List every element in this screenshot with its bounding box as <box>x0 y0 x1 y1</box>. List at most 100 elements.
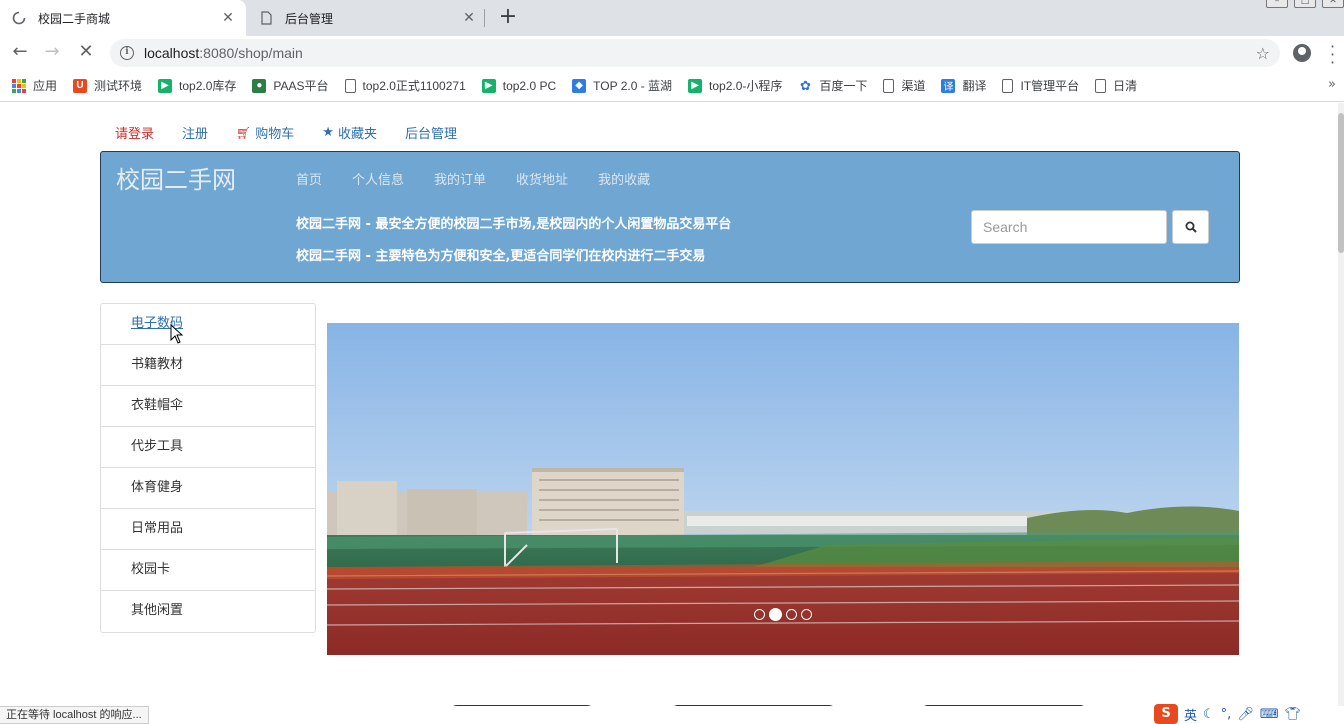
star-icon: ★ <box>322 125 334 140</box>
carousel-dot-active[interactable] <box>769 608 782 621</box>
page-icon <box>344 78 356 93</box>
search-button[interactable] <box>1172 210 1209 244</box>
site-info-icon[interactable]: i <box>120 46 134 60</box>
carousel-dot[interactable] <box>801 609 812 620</box>
category-item[interactable]: 体育健身 <box>101 468 315 509</box>
browser-toolbar: ← → ✕ i localhost:8080/shop/main ☆ · · · <box>0 36 1344 71</box>
cart-icon: 🛒︎ <box>236 125 252 140</box>
bookmark-label: 渠道 <box>901 79 926 93</box>
nav-home[interactable]: 首页 <box>296 169 322 188</box>
play-icon: ▶ <box>481 78 496 93</box>
bookmark-star-icon[interactable]: ☆ <box>1256 44 1270 63</box>
close-tab-icon[interactable]: ✕ <box>461 10 477 26</box>
bookmark-label: top2.0正式1100271 <box>362 79 466 93</box>
bookmarks-overflow-icon[interactable]: » <box>1328 77 1336 92</box>
stop-loading-icon[interactable]: ✕ <box>74 41 98 65</box>
main-nav: 首页 个人信息 我的订单 收货地址 我的收藏 <box>296 169 680 188</box>
category-item[interactable]: 校园卡 <box>101 550 315 591</box>
page-icon <box>1002 78 1014 93</box>
browser-tab-active[interactable]: 校园二手商城 ✕ <box>0 0 246 36</box>
bookmark-paas[interactable]: ● PAAS平台 <box>252 77 329 94</box>
bookmark-lanhu[interactable]: ◆ TOP 2.0 - 蓝湖 <box>572 77 672 94</box>
favorites-link[interactable]: ★ 收藏夹 <box>322 123 377 142</box>
bookmark-test-env[interactable]: U 测试环境 <box>73 77 142 94</box>
keyboard-icon[interactable]: ⌨ <box>1260 707 1279 722</box>
bookmark-miniprogram[interactable]: ▶ top2.0-小程序 <box>688 77 782 94</box>
browser-tab-inactive[interactable]: 后台管理 ✕ <box>247 0 487 36</box>
minimize-button[interactable]: – <box>1266 0 1288 8</box>
bookmark-top-prod[interactable]: top2.0正式1100271 <box>344 77 466 94</box>
product-image[interactable] <box>449 705 595 706</box>
play-icon: ▶ <box>688 78 703 93</box>
category-item[interactable]: 代步工具 <box>101 427 315 468</box>
forward-arrow-icon[interactable]: → <box>40 41 64 65</box>
bookmark-it-admin[interactable]: IT管理平台 <box>1002 77 1079 94</box>
image-carousel[interactable] <box>327 323 1239 655</box>
bookmark-label: top2.0 PC <box>502 78 557 93</box>
login-link[interactable]: 请登录 <box>115 123 154 142</box>
register-link[interactable]: 注册 <box>182 123 208 142</box>
microphone-icon[interactable]: 🎤︎ <box>1237 707 1254 722</box>
carousel-indicators <box>327 608 1239 621</box>
address-bar[interactable]: i localhost:8080/shop/main ☆ <box>110 39 1280 67</box>
category-item[interactable]: 电子数码 <box>101 304 315 345</box>
product-image[interactable] <box>920 705 1088 706</box>
maximize-button[interactable]: □ <box>1294 0 1316 8</box>
category-item[interactable]: 其他闲置 <box>101 591 315 632</box>
nav-profile[interactable]: 个人信息 <box>352 169 404 188</box>
site-brand[interactable]: 校园二手网 <box>116 160 236 195</box>
bookmark-top-stock[interactable]: ▶ top2.0库存 <box>158 77 236 94</box>
close-window-button[interactable]: ✕ <box>1322 0 1344 8</box>
shirt-icon[interactable]: 👕︎ <box>1285 707 1302 722</box>
play-icon: ▶ <box>158 78 173 93</box>
bookmark-riqing[interactable]: 日清 <box>1095 77 1137 94</box>
new-tab-button[interactable]: + <box>496 6 520 30</box>
category-item[interactable]: 日常用品 <box>101 509 315 550</box>
bookmark-label: 应用 <box>33 79 58 93</box>
category-list: 电子数码 书籍教材 衣鞋帽伞 代步工具 体育健身 日常用品 校园卡 其他闲置 <box>100 303 316 633</box>
browser-menu-icon[interactable]: · · · <box>1330 39 1335 71</box>
nav-addresses[interactable]: 收货地址 <box>516 169 568 188</box>
carousel-dot[interactable] <box>786 609 797 620</box>
bookmark-label: top2.0-小程序 <box>709 79 783 93</box>
ime-toolbar[interactable]: S 英 ☾ °, 🎤︎ ⌨ 👕︎ <box>1152 704 1302 724</box>
bookmark-label: top2.0库存 <box>179 79 237 93</box>
slogan-line-1: 校园二手网 - 最安全方便的校园二手市场,是校园内的个人闲置物品交易平台 <box>296 217 732 232</box>
sogou-logo-icon: S <box>1154 704 1178 724</box>
bookmark-apps[interactable]: 应用 <box>12 77 57 94</box>
u-logo-icon: U <box>73 78 88 93</box>
category-item[interactable]: 书籍教材 <box>101 345 315 386</box>
punctuation-icon[interactable]: °, <box>1221 707 1232 722</box>
back-arrow-icon[interactable]: ← <box>8 41 32 65</box>
page-scrollbar[interactable] <box>1338 103 1344 706</box>
admin-link[interactable]: 后台管理 <box>405 123 457 142</box>
cart-label: 购物车 <box>255 127 295 142</box>
close-tab-icon[interactable]: ✕ <box>220 10 236 26</box>
page-viewport: 请登录 注册 🛒︎ 购物车 ★ 收藏夹 后台管理 校园二手网 首页 个人信息 我的订… <box>0 103 1344 706</box>
profile-avatar-icon[interactable] <box>1293 44 1311 62</box>
bookmark-baidu[interactable]: ✿ 百度一下 <box>798 77 867 94</box>
bookmark-top-pc[interactable]: ▶ top2.0 PC <box>481 78 557 93</box>
paas-logo-icon: ● <box>252 78 267 93</box>
bookmark-translate[interactable]: 译 翻译 <box>941 77 986 94</box>
scrollbar-thumb[interactable] <box>1338 113 1344 253</box>
product-image[interactable] <box>670 705 837 706</box>
bookmarks-bar: 应用 U 测试环境 ▶ top2.0库存 ● PAAS平台 top2.0正式11… <box>0 70 1344 102</box>
url-host: localhost <box>144 45 200 61</box>
top-links: 请登录 注册 🛒︎ 购物车 ★ 收藏夹 后台管理 <box>115 123 485 142</box>
page-icon <box>883 78 895 93</box>
nav-favorites[interactable]: 我的收藏 <box>598 169 650 188</box>
carousel-dot[interactable] <box>754 609 765 620</box>
moon-icon[interactable]: ☾ <box>1203 707 1215 722</box>
bookmark-label: 百度一下 <box>819 79 868 93</box>
url-path: :8080/shop/main <box>199 45 303 61</box>
bookmark-label: 测试环境 <box>94 79 143 93</box>
nav-orders[interactable]: 我的订单 <box>434 169 486 188</box>
category-item[interactable]: 衣鞋帽伞 <box>101 386 315 427</box>
search-input[interactable]: Search <box>971 210 1167 244</box>
bookmark-label: IT管理平台 <box>1020 79 1080 93</box>
ime-mode[interactable]: 英 <box>1184 705 1197 724</box>
cart-link[interactable]: 🛒︎ 购物车 <box>236 123 295 143</box>
campus-track-photo <box>327 323 1239 655</box>
bookmark-channel[interactable]: 渠道 <box>883 77 925 94</box>
